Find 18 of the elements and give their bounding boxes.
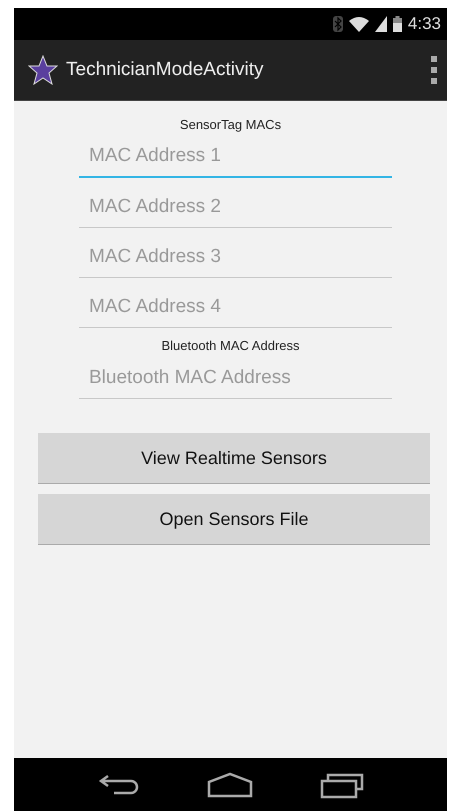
mac-address-field[interactable]: MAC Address 3 [79, 236, 392, 278]
overflow-menu-icon[interactable] [431, 56, 437, 84]
action-button[interactable]: View Realtime Sensors [38, 433, 430, 484]
section-label: SensorTag MACs [180, 117, 282, 132]
battery-icon [392, 16, 402, 32]
mac-address-field[interactable]: MAC Address 4 [79, 286, 392, 328]
mac-address-field[interactable]: Bluetooth MAC Address [79, 357, 392, 399]
section-label: Bluetooth MAC Address [161, 338, 300, 353]
bluetooth-icon [332, 16, 343, 32]
app-title: TechnicianModeActivity [66, 59, 264, 81]
star-logo-icon [28, 55, 58, 85]
clock-time: 4:33 [408, 14, 441, 34]
mac-address-field[interactable]: MAC Address 2 [79, 186, 392, 228]
wifi-icon [348, 16, 369, 32]
signal-icon [374, 16, 387, 32]
mac-address-field[interactable]: MAC Address 1 [79, 136, 392, 178]
home-icon[interactable] [206, 772, 252, 798]
action-button[interactable]: Open Sensors File [38, 494, 430, 545]
